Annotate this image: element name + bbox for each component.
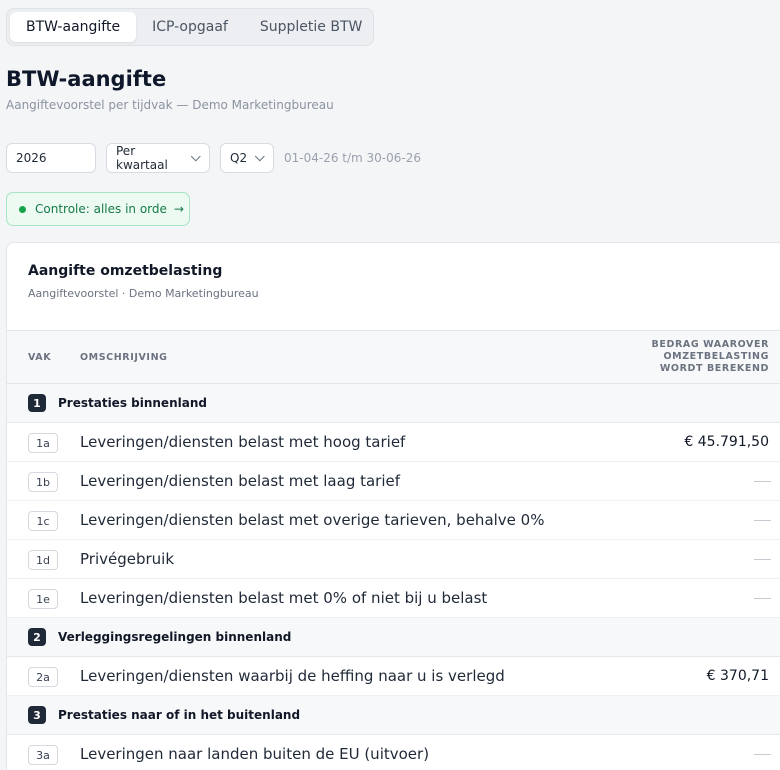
row-code: 1a — [28, 433, 58, 453]
row-description: Leveringen/diensten belast met 0% of nie… — [80, 589, 488, 607]
row-code: 1c — [28, 511, 58, 531]
table-row[interactable]: 1d Privégebruik — [7, 540, 780, 579]
row-description: Leveringen naar landen buiten de EU (uit… — [80, 745, 430, 763]
tab-suppletie-btw[interactable]: Suppletie BTW — [244, 12, 378, 42]
row-description: Leveringen/diensten belast met overige t… — [80, 511, 545, 529]
amount-value: € 45.791,50 — [684, 434, 769, 450]
section-number: 1 — [28, 394, 46, 412]
table-row[interactable]: 1c Leveringen/diensten belast met overige… — [7, 501, 780, 540]
card-title: Aangifte omzetbelasting — [28, 263, 223, 279]
table-row[interactable]: 1e Leveringen/diensten belast met 0% of n… — [7, 579, 780, 618]
table-row[interactable]: 3a Leveringen naar landen buiten de EU (u… — [7, 735, 780, 770]
section-row: 1 Prestaties binnenland — [7, 384, 780, 423]
row-description: Privégebruik — [80, 550, 175, 568]
row-description: Leveringen/diensten belast met laag tari… — [80, 472, 401, 490]
empty-amount-dash — [754, 520, 771, 521]
table-row[interactable]: 2a Leveringen/diensten waarbij de heffing… — [7, 657, 780, 696]
tab-bar: BTW-aangifte ICP-opgaaf Suppletie BTW — [6, 8, 374, 46]
date-range: 01-04-26 t/m 30-06-26 — [284, 151, 422, 165]
empty-amount-dash — [754, 481, 771, 482]
declaration-card: Aangifte omzetbelasting Aangiftevoorstel… — [6, 242, 780, 770]
row-description: Leveringen/diensten waarbij de heffing n… — [80, 667, 505, 685]
quarter-value: Q2 — [230, 151, 248, 165]
row-code: 1b — [28, 472, 58, 492]
section-number: 2 — [28, 628, 46, 646]
period-select[interactable]: Per kwartaal — [106, 143, 210, 173]
table-row[interactable]: 1a Leveringen/diensten belast met hoog ta… — [7, 423, 780, 462]
row-code: 2a — [28, 667, 58, 687]
empty-amount-dash — [754, 559, 771, 560]
section-row: 3 Prestaties naar of in het buitenland — [7, 696, 780, 735]
status-badge[interactable]: Controle: alles in orde → — [6, 192, 190, 226]
section-label: Prestaties binnenland — [58, 396, 207, 410]
status-dot-icon — [19, 205, 26, 213]
section-label: Verleggingsregelingen binnenland — [58, 630, 292, 644]
amount-value: € 370,71 — [706, 668, 769, 684]
empty-amount-dash — [754, 754, 771, 755]
period-filters: 2026 Per kwartaal Q2 01-04-26 t/m 30-06-… — [6, 143, 421, 173]
row-code: 1d — [28, 550, 58, 570]
row-code: 3a — [28, 745, 58, 765]
period-value: Per kwartaal — [116, 144, 168, 172]
chevron-down-icon — [254, 150, 265, 161]
column-header-vak: VAK — [28, 352, 52, 363]
column-header-omschrijving: OMSCHRIJVING — [80, 352, 168, 363]
tab-btw-aangifte[interactable]: BTW-aangifte — [10, 12, 137, 42]
page-subtitle: Aangiftevoorstel per tijdvak — Demo Mark… — [6, 98, 334, 112]
empty-amount-dash — [754, 598, 771, 599]
table-header: VAK OMSCHRIJVING BEDRAG WAAROVER OMZETBE… — [7, 330, 780, 384]
year-input[interactable]: 2026 — [6, 143, 96, 173]
tab-icp-opgaaf[interactable]: ICP-opgaaf — [136, 12, 244, 42]
section-row: 2 Verleggingsregelingen binnenland — [7, 618, 780, 657]
section-label: Prestaties naar of in het buitenland — [58, 708, 301, 722]
year-value: 2026 — [16, 151, 47, 165]
status-label: Controle: alles in orde — [35, 202, 167, 216]
row-description: Leveringen/diensten belast met hoog tari… — [80, 433, 406, 451]
column-header-bedrag: BEDRAG WAAROVER OMZETBELASTING WORDT BER… — [651, 339, 769, 374]
page-title: BTW-aangifte — [6, 67, 167, 91]
table-row[interactable]: 1b Leveringen/diensten belast met laag ta… — [7, 462, 780, 501]
chevron-down-icon — [191, 151, 201, 161]
row-code: 1e — [28, 589, 58, 609]
arrow-right-icon: → — [173, 202, 184, 216]
section-number: 3 — [28, 706, 46, 724]
card-subtitle: Aangiftevoorstel · Demo Marketingbureau — [28, 287, 259, 300]
quarter-select[interactable]: Q2 — [220, 143, 274, 173]
